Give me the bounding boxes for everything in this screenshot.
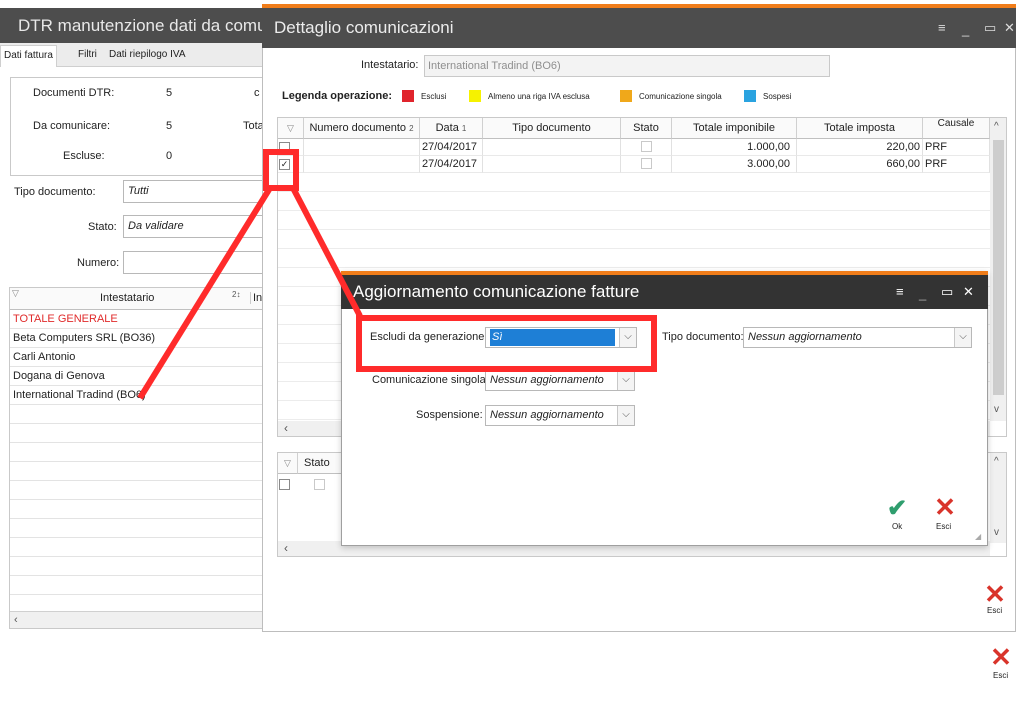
annotation-arrows (137, 186, 363, 400)
arrow-line-right (290, 186, 363, 318)
arrow-line-left (137, 186, 273, 400)
